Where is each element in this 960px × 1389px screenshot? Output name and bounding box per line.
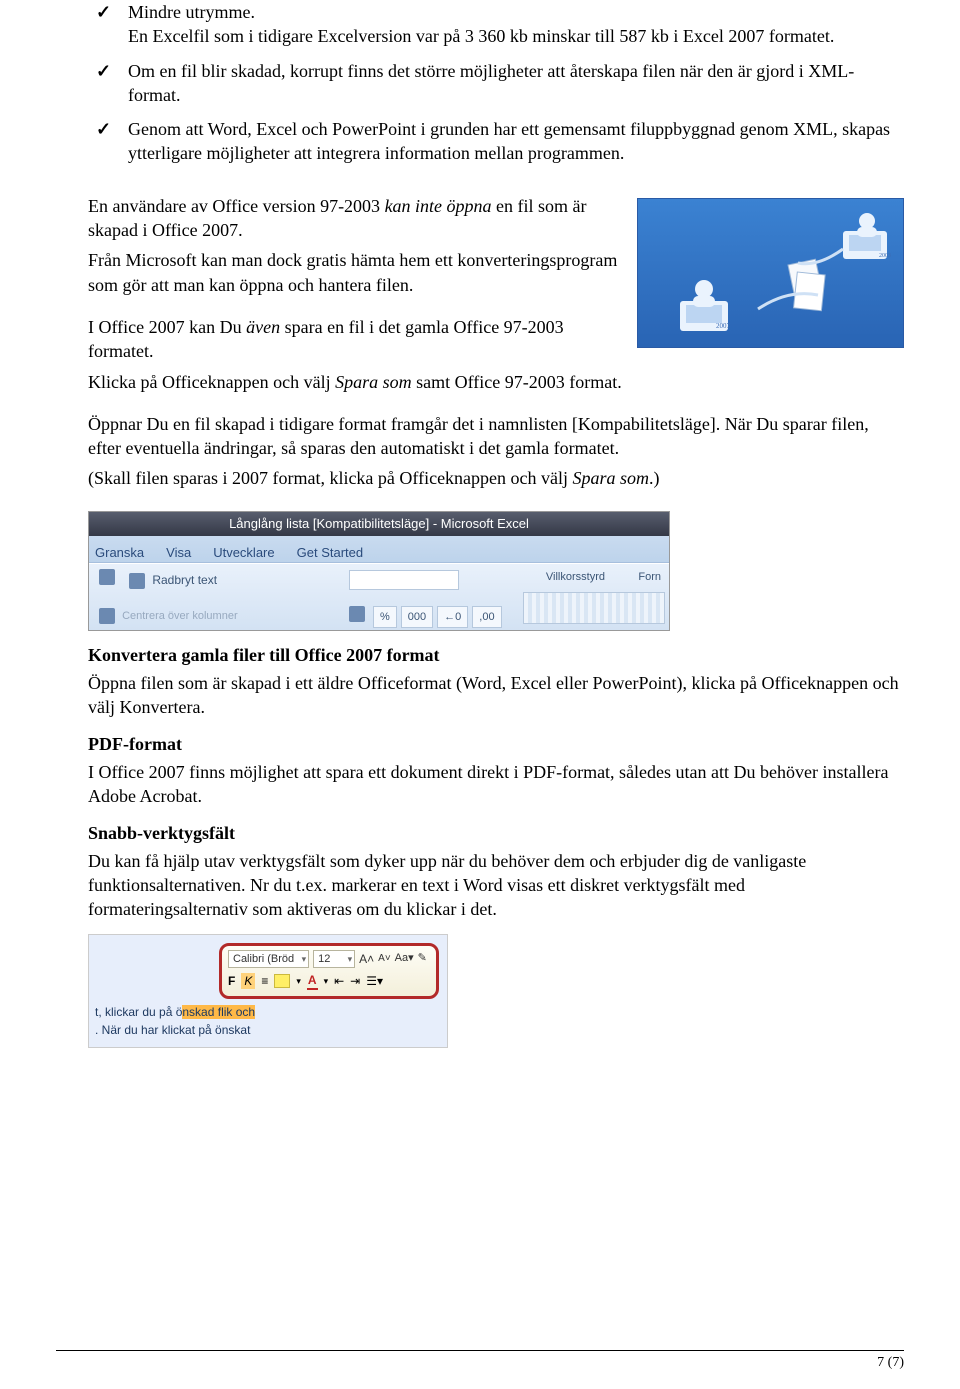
highlight-dropdown-icon[interactable]: ▾ xyxy=(296,975,301,987)
font-family-select[interactable]: Calibri (Bröd xyxy=(228,950,309,968)
mini-toolbar: Calibri (Bröd 12 A˄ A˅ Aa▾ ✎ F K ≡ ▾ A ▾… xyxy=(219,943,439,999)
indent-decrease-icon[interactable]: ⇤ xyxy=(334,973,344,989)
heading-pdf: PDF-format xyxy=(88,732,904,756)
indent-increase-icon[interactable]: ⇥ xyxy=(350,973,360,989)
merge-icon[interactable] xyxy=(99,608,115,624)
paragraph: Du kan få hjälp utav verktygsfält som dy… xyxy=(88,849,904,922)
font-size-select[interactable]: 12 xyxy=(313,950,355,968)
conditional-format-label[interactable]: Villkorsstyrd xyxy=(546,570,605,628)
document-transfer-icon xyxy=(638,199,903,347)
highlight-icon[interactable] xyxy=(274,974,290,988)
text: samt Office 97-2003 format. xyxy=(412,372,622,392)
wrap-text-label[interactable]: Radbryt text xyxy=(152,573,217,587)
tab-visa[interactable]: Visa xyxy=(166,544,191,562)
tab-utvecklare[interactable]: Utvecklare xyxy=(213,544,274,562)
list-item: Om en fil blir skadad, korrupt finns det… xyxy=(88,59,904,108)
text-emphasis: kan inte öppna xyxy=(385,196,492,216)
text: (Skall filen sparas i 2007 format, klick… xyxy=(88,468,573,488)
ribbon-tabs: Granska Visa Utvecklare Get Started xyxy=(89,536,669,563)
heading-snabb: Snabb-verktygsfält xyxy=(88,821,904,845)
text: .) xyxy=(649,468,660,488)
bucket-icon xyxy=(99,569,115,585)
format-label[interactable]: Forn xyxy=(638,570,661,628)
footer-rule xyxy=(56,1350,904,1351)
grow-font-icon[interactable]: A˄ xyxy=(359,951,374,967)
text: En användare av Office version 97-2003 xyxy=(88,196,385,216)
text: t, klickar du på ö xyxy=(95,1005,182,1019)
bullet-text: Genom att Word, Excel och PowerPoint i g… xyxy=(128,119,890,163)
tab-get-started[interactable]: Get Started xyxy=(297,544,363,562)
increase-decimal-button[interactable]: ,00 xyxy=(472,606,501,628)
text: Klicka på Officeknappen och välj xyxy=(88,372,335,392)
bullet-list: Mindre utrymme. En Excelfil som i tidiga… xyxy=(88,0,904,166)
list-icon[interactable]: ☰▾ xyxy=(366,973,383,989)
text: I Office 2007 kan Du xyxy=(88,317,246,337)
format-painter-icon[interactable]: ✎ xyxy=(418,951,427,966)
sample-text: t, klickar du på önskad flik och . När d… xyxy=(95,1003,255,1039)
decrease-decimal-button[interactable]: ←0 xyxy=(437,606,468,628)
bullet-text: Om en fil blir skadad, korrupt finns det… xyxy=(128,61,854,105)
excel-ribbon-screenshot: Långlång lista [Kompatibilitetsläge] - M… xyxy=(88,511,670,631)
list-item: Mindre utrymme. En Excelfil som i tidiga… xyxy=(88,0,904,49)
text-emphasis: Spara som xyxy=(573,468,650,488)
page-number: 7 (7) xyxy=(877,1354,904,1373)
paragraph: I Office 2007 finns möjlighet att spara … xyxy=(88,760,904,809)
italic-button[interactable]: K xyxy=(241,973,255,989)
tab-granska[interactable]: Granska xyxy=(95,544,144,562)
paragraph: Öppna filen som är skapad i ett äldre Of… xyxy=(88,671,904,720)
shrink-font-icon[interactable]: A˅ xyxy=(378,952,391,966)
text: . När du har klickat på önskat xyxy=(95,1021,255,1039)
bullet-lead: Mindre utrymme. xyxy=(128,2,255,22)
paragraph: (Skall filen sparas i 2007 format, klick… xyxy=(88,466,904,490)
selected-text: nskad flik och xyxy=(182,1005,255,1019)
list-item: Genom att Word, Excel och PowerPoint i g… xyxy=(88,117,904,166)
heading-convert: Konvertera gamla filer till Office 2007 … xyxy=(88,643,904,667)
change-case-icon[interactable]: Aa▾ xyxy=(395,951,414,966)
number-format-select[interactable] xyxy=(349,570,459,590)
bold-button[interactable]: F xyxy=(228,973,235,989)
font-color-button[interactable]: A xyxy=(307,972,318,990)
ribbon-body: Radbryt text Centrera över kolumner % 00… xyxy=(89,563,669,630)
text-emphasis: Spara som xyxy=(335,372,412,392)
wrap-text-icon[interactable] xyxy=(129,573,145,589)
compatibility-illustration: 2003 2007 xyxy=(637,198,904,348)
paragraph: Öppnar Du en fil skapad i tidigare forma… xyxy=(88,412,904,461)
thousands-button[interactable]: 000 xyxy=(401,606,433,628)
bullet-text: En Excelfil som i tidigare Excelversion … xyxy=(128,26,834,46)
paragraph: Klicka på Officeknappen och välj Spara s… xyxy=(88,370,904,394)
text-emphasis: även xyxy=(246,317,280,337)
percent-button[interactable]: % xyxy=(373,606,397,628)
window-title: Långlång lista [Kompatibilitetsläge] - M… xyxy=(89,512,669,536)
merge-label: Centrera över kolumner xyxy=(122,610,238,622)
currency-icon[interactable] xyxy=(349,606,365,622)
align-icon[interactable]: ≡ xyxy=(261,973,268,989)
font-color-dropdown-icon[interactable]: ▾ xyxy=(324,975,329,987)
mini-toolbar-screenshot: Calibri (Bröd 12 A˄ A˅ Aa▾ ✎ F K ≡ ▾ A ▾… xyxy=(88,934,448,1048)
